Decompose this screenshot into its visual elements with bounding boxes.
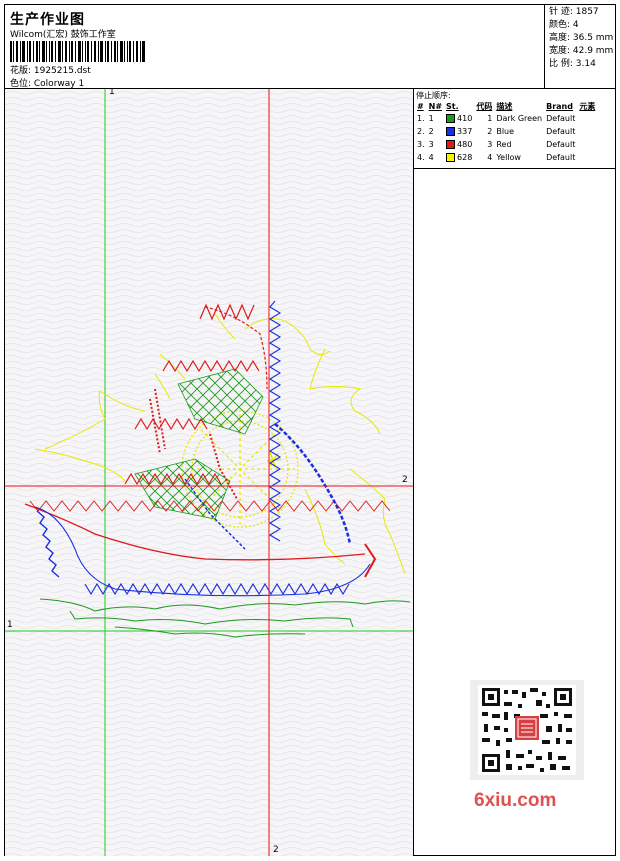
row-number: 4. <box>417 153 425 162</box>
color-swatch <box>446 140 456 149</box>
design-height: 高度: 36.5 mm <box>549 33 614 43</box>
stitch-count: 480 <box>457 140 473 149</box>
column-header: # <box>417 101 424 111</box>
brand-cell: Default <box>546 140 576 149</box>
column-header: St. <box>446 101 459 111</box>
row-number: 3. <box>417 140 425 149</box>
stitch-count-cell: 480 <box>444 138 474 151</box>
watermark-brand: 6xiu.com <box>474 790 557 811</box>
row-number: 1. <box>417 114 425 123</box>
embroidery-design <box>5 89 413 856</box>
needle-number: 3 <box>428 140 434 149</box>
design-stats-panel: 针 迹: 1857 颜色: 4 高度: 36.5 mm 宽度: 42.9 mm … <box>544 4 616 89</box>
description-cell: Red <box>496 140 512 149</box>
brand-cell: Default <box>546 114 576 123</box>
green-horizontal-marker: 1 <box>7 620 13 630</box>
column-header: 描述 <box>496 101 513 111</box>
software-subtitle: Wilcom(汇宏) 鼓饰工作室 <box>10 30 116 40</box>
stitch-count-cell: 628 <box>444 151 474 164</box>
stop-sequence-box: 停止顺序: # N# St. 代码 描述 Brand 元素 1. 1 410 1 Dar… <box>414 89 616 169</box>
description-cell: Yellow <box>496 153 521 162</box>
element-cell <box>577 151 597 164</box>
color-swatch <box>446 127 456 136</box>
column-header: N# <box>428 101 443 111</box>
stitch-count: 628 <box>457 153 473 162</box>
needle-number: 1 <box>428 114 434 123</box>
description-cell: Dark Green <box>496 114 543 123</box>
column-header: 代码 <box>476 101 493 111</box>
element-cell <box>577 112 597 125</box>
brand-cell: Default <box>546 153 576 162</box>
element-cell <box>577 125 597 138</box>
element-cell <box>577 138 597 151</box>
red-horizontal-marker: 2 <box>402 475 408 485</box>
colorway-label: 色位: Colorway 1 <box>10 79 85 89</box>
table-row: 1. 1 410 1 Dark Green Default <box>415 112 597 125</box>
design-preview-canvas: 1 1 2 2 <box>5 89 414 856</box>
stitch-count: 337 <box>457 127 473 136</box>
color-swatch <box>446 114 456 123</box>
code-cell: 3 <box>487 140 493 149</box>
color-swatch <box>446 153 456 162</box>
stitch-count: 410 <box>457 114 473 123</box>
table-row: 2. 2 337 2 Blue Default <box>415 125 597 138</box>
table-row: 3. 3 480 3 Red Default <box>415 138 597 151</box>
barcode-image <box>10 41 145 62</box>
code-cell: 2 <box>487 127 493 136</box>
color-count: 颜色: 4 <box>549 20 579 30</box>
needle-number: 4 <box>428 153 434 162</box>
stop-sequence-table: # N# St. 代码 描述 Brand 元素 1. 1 410 1 Dark Gree… <box>415 100 597 164</box>
stitch-count-cell: 410 <box>444 112 474 125</box>
code-cell: 4 <box>487 153 493 162</box>
design-scale: 比 例: 3.14 <box>549 59 596 69</box>
design-width: 宽度: 42.9 mm <box>549 46 614 56</box>
stitch-count: 针 迹: 1857 <box>549 7 599 17</box>
table-row: 4. 4 628 4 Yellow Default <box>415 151 597 164</box>
stitch-count-cell: 337 <box>444 125 474 138</box>
header-panel: 生产作业图 Wilcom(汇宏) 鼓饰工作室 花版: 1925215.dst 色… <box>4 4 616 89</box>
needle-number: 2 <box>428 127 434 136</box>
red-vertical-marker: 2 <box>273 845 279 855</box>
page-title: 生产作业图 <box>10 12 85 28</box>
green-vertical-marker: 1 <box>109 89 115 97</box>
qr-code-image <box>470 680 584 780</box>
code-cell: 1 <box>487 114 493 123</box>
row-number: 2. <box>417 127 425 136</box>
brand-cell: Default <box>546 127 576 136</box>
column-header: 元素 <box>579 101 596 111</box>
column-header: Brand <box>546 101 573 111</box>
description-cell: Blue <box>496 127 515 136</box>
design-file-label: 花版: 1925215.dst <box>10 66 91 76</box>
table-header-row: # N# St. 代码 描述 Brand 元素 <box>415 100 597 112</box>
